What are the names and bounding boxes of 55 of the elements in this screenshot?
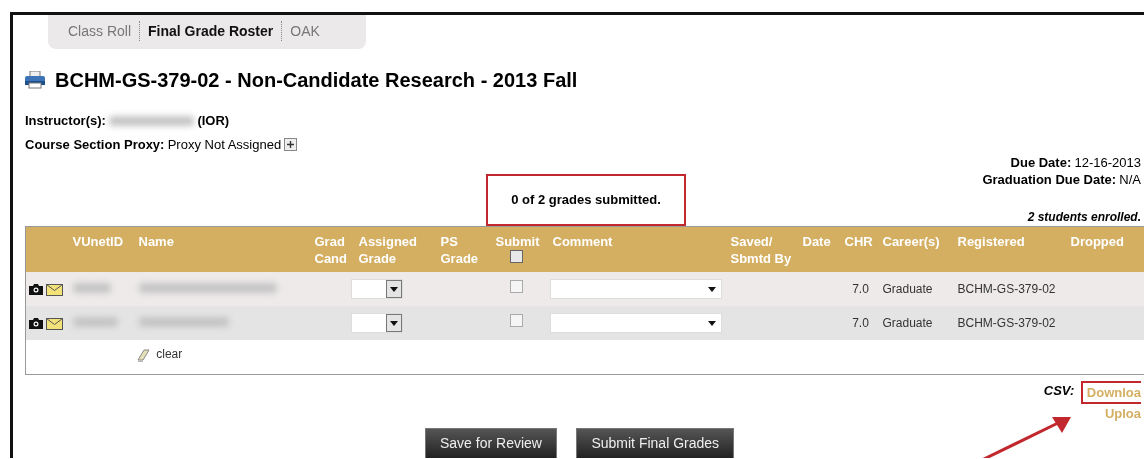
career: Graduate [882,282,933,296]
proxy-label: Course Section Proxy: [25,135,165,154]
printer-icon[interactable] [25,71,45,89]
dropdown-arrow-icon [707,286,716,292]
due-date-value: 12-16-2013 [1074,154,1141,171]
column-header: Saved/ Sbmtd By [730,233,793,267]
due-date-label: Graduation Due Date: [982,171,1117,188]
submission-status: 0 of 2 grades submitted. [486,174,686,226]
column-header: Name [138,233,175,250]
camera-icon[interactable] [29,318,43,330]
camera-icon[interactable] [29,284,43,296]
action-button[interactable]: Submit Final Grades [576,427,735,458]
instructor-role: (IOR) [197,112,230,130]
redacted-id [72,283,111,293]
grade-dropdown[interactable] [350,279,403,300]
eraser-icon[interactable] [137,349,153,364]
action-button[interactable]: Save for Review [425,427,557,458]
column-header: Assigned Grade [358,233,418,267]
column-header: Comment [552,233,614,250]
column-header: Date [802,233,832,250]
submit-checkbox[interactable] [509,280,523,293]
instructor-label: Instructor(s): [25,112,106,130]
dropdown-arrow-icon [389,286,398,292]
credit-hours: 7.0 [852,316,869,330]
column-header: PS Grade [440,233,480,267]
tab[interactable]: OAK [281,21,328,41]
tab[interactable]: Final Grade Roster [139,21,282,41]
expand-icon[interactable] [284,137,298,151]
dropdown-arrow-icon [389,320,398,326]
column-header: Dropped [1070,233,1125,250]
column-header: Submit [495,233,541,250]
redacted-id [72,317,118,327]
career: Graduate [882,316,933,330]
column-header: Registered [957,233,1026,250]
course-title: BCHM-GS-379-02 - Non-Candidate Research - 2013 Fall [55,68,578,93]
registered-section: BCHM-GS-379-02 [957,316,1056,330]
registered-section: BCHM-GS-379-02 [957,282,1056,296]
select-all-checkbox[interactable] [509,250,523,263]
proxy-value: Proxy Not Assigned [167,135,282,154]
tab[interactable]: Class Roll [48,21,139,41]
credit-hours: 7.0 [852,282,869,296]
envelope-icon[interactable] [46,317,64,330]
envelope-icon[interactable] [46,283,64,296]
csv-label: CSV: [1043,381,1075,400]
dropdown-arrow-icon [707,320,716,326]
clear-link[interactable]: clear [156,345,183,364]
grade-dropdown[interactable] [350,313,403,334]
submit-checkbox[interactable] [509,314,523,327]
column-header: VUnetID [72,233,125,250]
enrollment-count: 2 students enrolled. [1026,209,1141,226]
column-header: Career(s) [882,233,941,250]
due-date-value: N/A [1119,171,1141,188]
column-header: Grad Cand [314,233,348,267]
due-date-label: Due Date: [1010,154,1072,171]
column-header: CHR [844,233,874,250]
